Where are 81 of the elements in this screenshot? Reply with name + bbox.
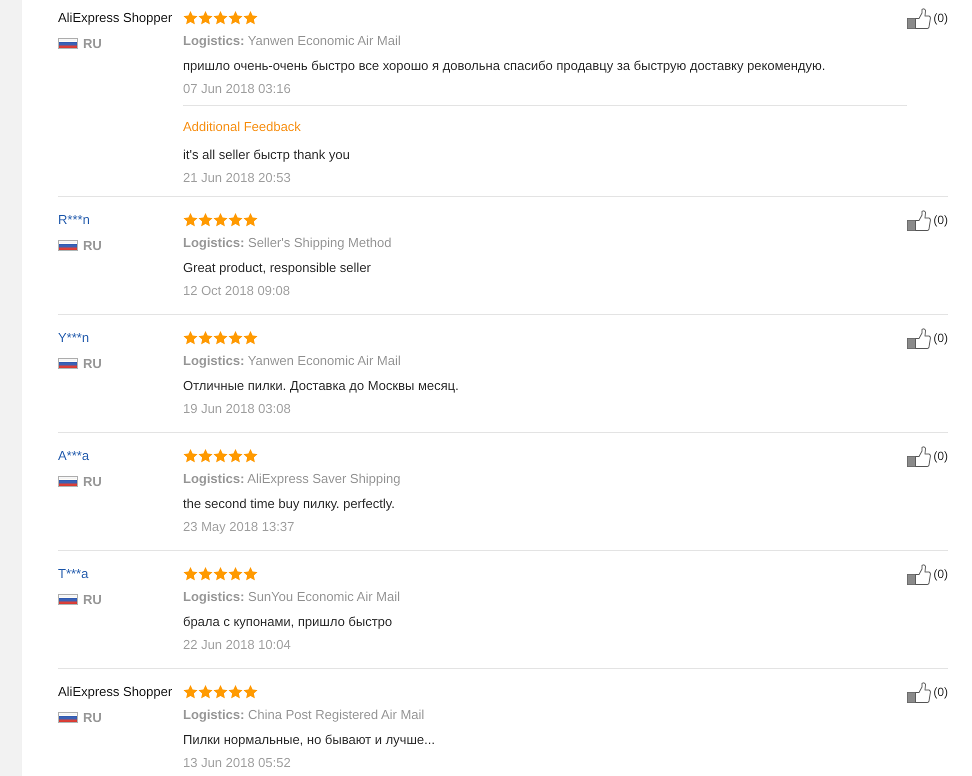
star-icon (243, 684, 258, 698)
logistics-info: Logistics: SunYou Economic Air Mail (183, 588, 402, 606)
user-name: AliExpress Shopper (58, 10, 172, 25)
review-text: the second time buy пилку. perfectly. (183, 495, 396, 513)
star-icon (198, 330, 213, 344)
country-code: RU (83, 34, 102, 53)
review-date: 23 May 2018 13:37 (183, 518, 296, 536)
flag-icon (58, 476, 78, 487)
country-code: RU (83, 708, 102, 727)
star-icon (183, 10, 198, 24)
review-date: 19 Jun 2018 03:08 (183, 400, 292, 418)
thumbs-up-icon (907, 446, 932, 467)
star-icon (213, 10, 228, 24)
thumbs-up-icon (907, 8, 932, 29)
star-icon (183, 684, 198, 698)
flag-icon (58, 38, 78, 49)
like-button[interactable]: (0) (907, 8, 948, 29)
star-icon (228, 212, 243, 226)
country-code: RU (83, 590, 102, 609)
flag-icon (58, 594, 78, 605)
additional-feedback-date: 21 Jun 2018 20:53 (183, 169, 292, 187)
thumbs-up-icon (907, 564, 932, 585)
logistics-info: Logistics: Seller's Shipping Method (183, 234, 392, 252)
flag-icon (58, 358, 78, 369)
star-icon (183, 212, 198, 226)
logistics-info: Logistics: Yanwen Economic Air Mail (183, 32, 402, 50)
star-icon (228, 330, 243, 344)
user-name-link[interactable]: Y***n (58, 330, 90, 345)
like-button[interactable]: (0) (907, 682, 948, 703)
star-icon (183, 566, 198, 580)
star-icon (213, 448, 228, 462)
thumbs-up-icon (907, 328, 932, 349)
star-icon (213, 566, 228, 580)
flag-icon (58, 712, 78, 723)
review-date: 22 Jun 2018 10:04 (183, 636, 292, 654)
star-icon (228, 448, 243, 462)
like-button[interactable]: (0) (907, 210, 948, 231)
star-icon (243, 10, 258, 24)
star-icon (198, 566, 213, 580)
star-icon (243, 566, 258, 580)
star-icon (228, 566, 243, 580)
review-text: Пилки нормальные, но бывают и лучше... (183, 731, 436, 749)
user-name-link[interactable]: R***n (58, 212, 90, 227)
user-name-link[interactable]: A***a (58, 448, 90, 463)
logistics-info: Logistics: China Post Registered Air Mail (183, 706, 426, 724)
additional-feedback-heading: Additional Feedback (183, 118, 302, 136)
review-date: 13 Jun 2018 05:52 (183, 754, 292, 772)
thumbs-up-icon (907, 682, 932, 703)
star-icon (243, 330, 258, 344)
thumbs-up-icon (907, 210, 932, 231)
star-icon (228, 684, 243, 698)
star-icon (183, 330, 198, 344)
flag-icon (58, 240, 78, 251)
review-date: 12 Oct 2018 09:08 (183, 282, 291, 300)
country-code: RU (83, 354, 102, 373)
star-icon (183, 448, 198, 462)
star-icon (198, 212, 213, 226)
review-text: пришло очень-очень быстро все хорошо я довольна спасибо продавцу за быструю доставку рекомендую. (183, 57, 826, 75)
logistics-info: Logistics: AliExpress Saver Shipping (183, 470, 402, 488)
star-icon (213, 330, 228, 344)
star-icon (213, 212, 228, 226)
country-code: RU (83, 472, 102, 491)
additional-feedback-text: it's all seller быстр thank you (183, 146, 351, 164)
star-icon (198, 10, 213, 24)
star-icon (198, 684, 213, 698)
star-icon (213, 684, 228, 698)
user-name-link[interactable]: T***a (58, 566, 88, 581)
star-icon (198, 448, 213, 462)
review-text: Отличные пилки. Доставка до Москвы месяц. (183, 377, 460, 395)
star-icon (228, 10, 243, 24)
review-text: Great product, responsible seller (183, 259, 372, 277)
review-text: брала с купонами, пришло быстро (183, 613, 394, 631)
user-name: AliExpress Shopper (58, 684, 172, 699)
like-button[interactable]: (0) (907, 564, 948, 585)
review-date: 07 Jun 2018 03:16 (183, 80, 292, 98)
like-button[interactable]: (0) (907, 446, 948, 467)
like-button[interactable]: (0) (907, 328, 948, 349)
country-code: RU (83, 236, 102, 255)
logistics-info: Logistics: Yanwen Economic Air Mail (183, 352, 402, 370)
star-icon (243, 212, 258, 226)
star-icon (243, 448, 258, 462)
